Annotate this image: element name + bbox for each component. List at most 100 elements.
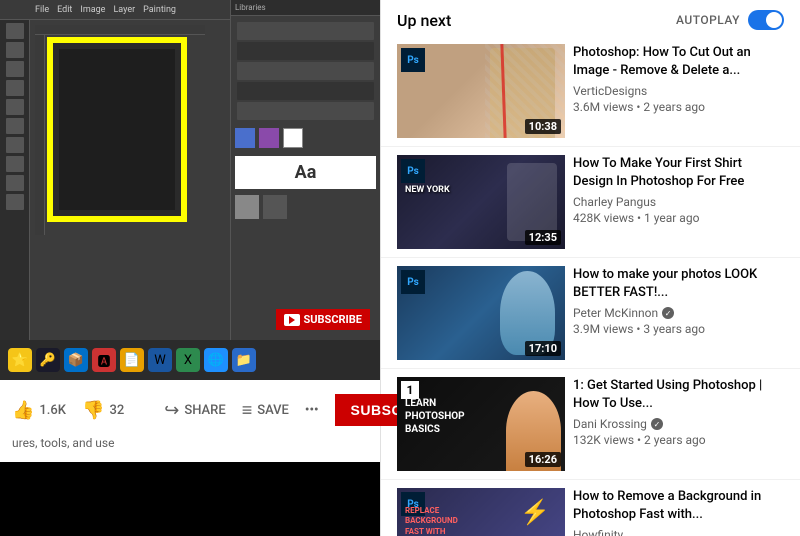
save-label: SAVE [257, 403, 289, 418]
taskbar-folder-icon: 📁 [232, 348, 256, 372]
more-dots-icon: ••• [305, 403, 319, 418]
ps-tab-painting: Painting [143, 5, 176, 15]
thumb-wrap-2: Ps NEW YORK 12:35 [397, 155, 565, 249]
ps-panel-row-3 [237, 62, 374, 80]
ps-tool-10 [6, 194, 24, 210]
save-icon: ≡ [242, 400, 253, 421]
ps-swatches [235, 128, 376, 148]
duration-4: 16:26 [525, 452, 561, 467]
ps-style-2 [263, 195, 287, 219]
thumb-learn-text: LEARNPHOTOSHOPBASICS [405, 397, 465, 436]
video-views-3: 3.9M views • 3 years ago [573, 322, 784, 336]
ps-panels: Libraries Aa [230, 0, 380, 340]
video-meta-2: How To Make Your First Shirt Design In P… [573, 155, 784, 249]
video-actions: 👍 1.6K 👎 32 ↪ SHARE ≡ SAVE ••• [12, 388, 368, 432]
taskbar-word-icon: W [148, 348, 172, 372]
video-content: File Edit Image Layer Painting [0, 0, 380, 340]
youtube-icon-small [284, 314, 300, 326]
video-views-1: 3.6M views • 2 years ago [573, 100, 784, 114]
ps-ruler-v [35, 35, 45, 235]
duration-3: 17:10 [525, 341, 561, 356]
recommended-video-2[interactable]: Ps NEW YORK 12:35 How To Make Your First… [381, 147, 800, 258]
ps-tool-4 [6, 80, 24, 96]
video-title-3: How to make your photos LOOK BETTER FAST… [573, 266, 784, 302]
video-area: File Edit Image Layer Painting [0, 0, 380, 536]
thumb-wrap-3: Ps 17:10 [397, 266, 565, 360]
thumb-wrap-1: Ps 10:38 [397, 44, 565, 138]
video-meta-1: Photoshop: How To Cut Out an Image - Rem… [573, 44, 784, 138]
dislike-button[interactable]: 👎 32 [82, 400, 124, 421]
video-meta-4: 1: Get Started Using Photoshop | How To … [573, 377, 784, 471]
ps-tool-5 [6, 99, 24, 115]
subscribe-overlay[interactable]: SUBSCRIBE [276, 309, 371, 330]
ps-panel-header: Libraries [231, 0, 380, 16]
ps-tool-7 [6, 137, 24, 153]
ps-menu-image: Image [80, 5, 105, 15]
ps-libraries-label: Libraries [235, 3, 266, 12]
ps-panel-row-4 [237, 82, 374, 100]
thumb-wrap-4: 1 LEARNPHOTOSHOPBASICS 16:26 [397, 377, 565, 471]
taskbar-excel-icon: X [176, 348, 200, 372]
ps-char-preview: Aa [235, 156, 376, 189]
swatch-white [283, 128, 303, 148]
shirt-text: NEW YORK [405, 185, 450, 195]
thumb-wrap-5: Ps REPLACEBACKGROUNDFAST WITH ⚡ [397, 488, 565, 536]
like-button[interactable]: 👍 1.6K [12, 400, 66, 421]
play-triangle-icon [289, 316, 295, 324]
ps-ruler-h [35, 25, 205, 35]
video-title-4: 1: Get Started Using Photoshop | How To … [573, 377, 784, 413]
video-meta-5: How to Remove a Background in Photoshop … [573, 488, 784, 536]
thumbnail-5: Ps REPLACEBACKGROUNDFAST WITH ⚡ [397, 488, 565, 536]
ps-panel-row-5 [237, 102, 374, 120]
video-title-5: How to Remove a Background in Photoshop … [573, 488, 784, 524]
lightning-icon: ⚡ [520, 498, 550, 526]
ps-tool-6 [6, 118, 24, 134]
video-channel-5: Howfinity [573, 528, 784, 536]
video-player[interactable]: File Edit Image Layer Painting [0, 0, 380, 340]
recommended-video-1[interactable]: Ps 10:38 Photoshop: How To Cut Out an Im… [381, 36, 800, 147]
video-title-1: Photoshop: How To Cut Out an Image - Rem… [573, 44, 784, 80]
share-icon: ↪ [164, 400, 179, 421]
ps-canvas-inner [59, 49, 175, 210]
save-button[interactable]: ≡ SAVE [242, 400, 289, 421]
video-views-4: 132K views • 2 years ago [573, 433, 784, 447]
ps-canvas [47, 37, 187, 222]
taskbar-adobe-icon: 🅰 [92, 348, 116, 372]
recommended-video-5[interactable]: Ps REPLACEBACKGROUNDFAST WITH ⚡ How to R… [381, 480, 800, 536]
swatch-blue [235, 128, 255, 148]
ps-menu-edit: Edit [57, 5, 72, 15]
more-button[interactable]: ••• [305, 403, 319, 418]
share-button[interactable]: ↪ SHARE [164, 400, 225, 421]
video-channel-4: Dani Krossing ✓ [573, 417, 784, 431]
ps-panel-row-1 [237, 22, 374, 40]
ps-char-aa: Aa [295, 162, 317, 183]
up-next-label: Up next [397, 11, 451, 30]
autoplay-label: AUTOPLAY [676, 13, 740, 27]
thumbs-up-icon: 👍 [12, 400, 34, 421]
taskbar-dropbox-icon: 📦 [64, 348, 88, 372]
ps-panel-row-2 [237, 42, 374, 60]
ps-canvas-area [35, 25, 205, 235]
toggle-knob [766, 12, 782, 28]
share-label: SHARE [184, 403, 225, 418]
ps-tool-8 [6, 156, 24, 172]
ps-toolbar [0, 20, 30, 340]
ps-logo-3: Ps [401, 270, 425, 294]
recommended-video-4[interactable]: 1 LEARNPHOTOSHOPBASICS 16:26 1: Get Star… [381, 369, 800, 480]
taskbar-1password-icon: 🔑 [36, 348, 60, 372]
duration-2: 12:35 [525, 230, 561, 245]
autoplay-toggle[interactable] [748, 10, 784, 30]
video-info: 👍 1.6K 👎 32 ↪ SHARE ≡ SAVE ••• [0, 380, 380, 462]
video-description-snippet: ures, tools, and use [12, 432, 368, 454]
ps-style-1 [235, 195, 259, 219]
like-count: 1.6K [39, 403, 66, 418]
duration-1: 10:38 [525, 119, 561, 134]
taskbar-star-icon: ⭐ [8, 348, 32, 372]
video-channel-3: Peter McKinnon ✓ [573, 306, 784, 320]
ps-menu-layer: Layer [113, 5, 135, 15]
thumb-replace-text: REPLACEBACKGROUNDFAST WITH [405, 506, 458, 536]
recommended-video-3[interactable]: Ps 17:10 How to make your photos LOOK BE… [381, 258, 800, 369]
thumbs-down-icon: 👎 [82, 400, 104, 421]
video-channel-2: Charley Pangus [573, 195, 784, 209]
sidebar-header: Up next AUTOPLAY [381, 0, 800, 36]
